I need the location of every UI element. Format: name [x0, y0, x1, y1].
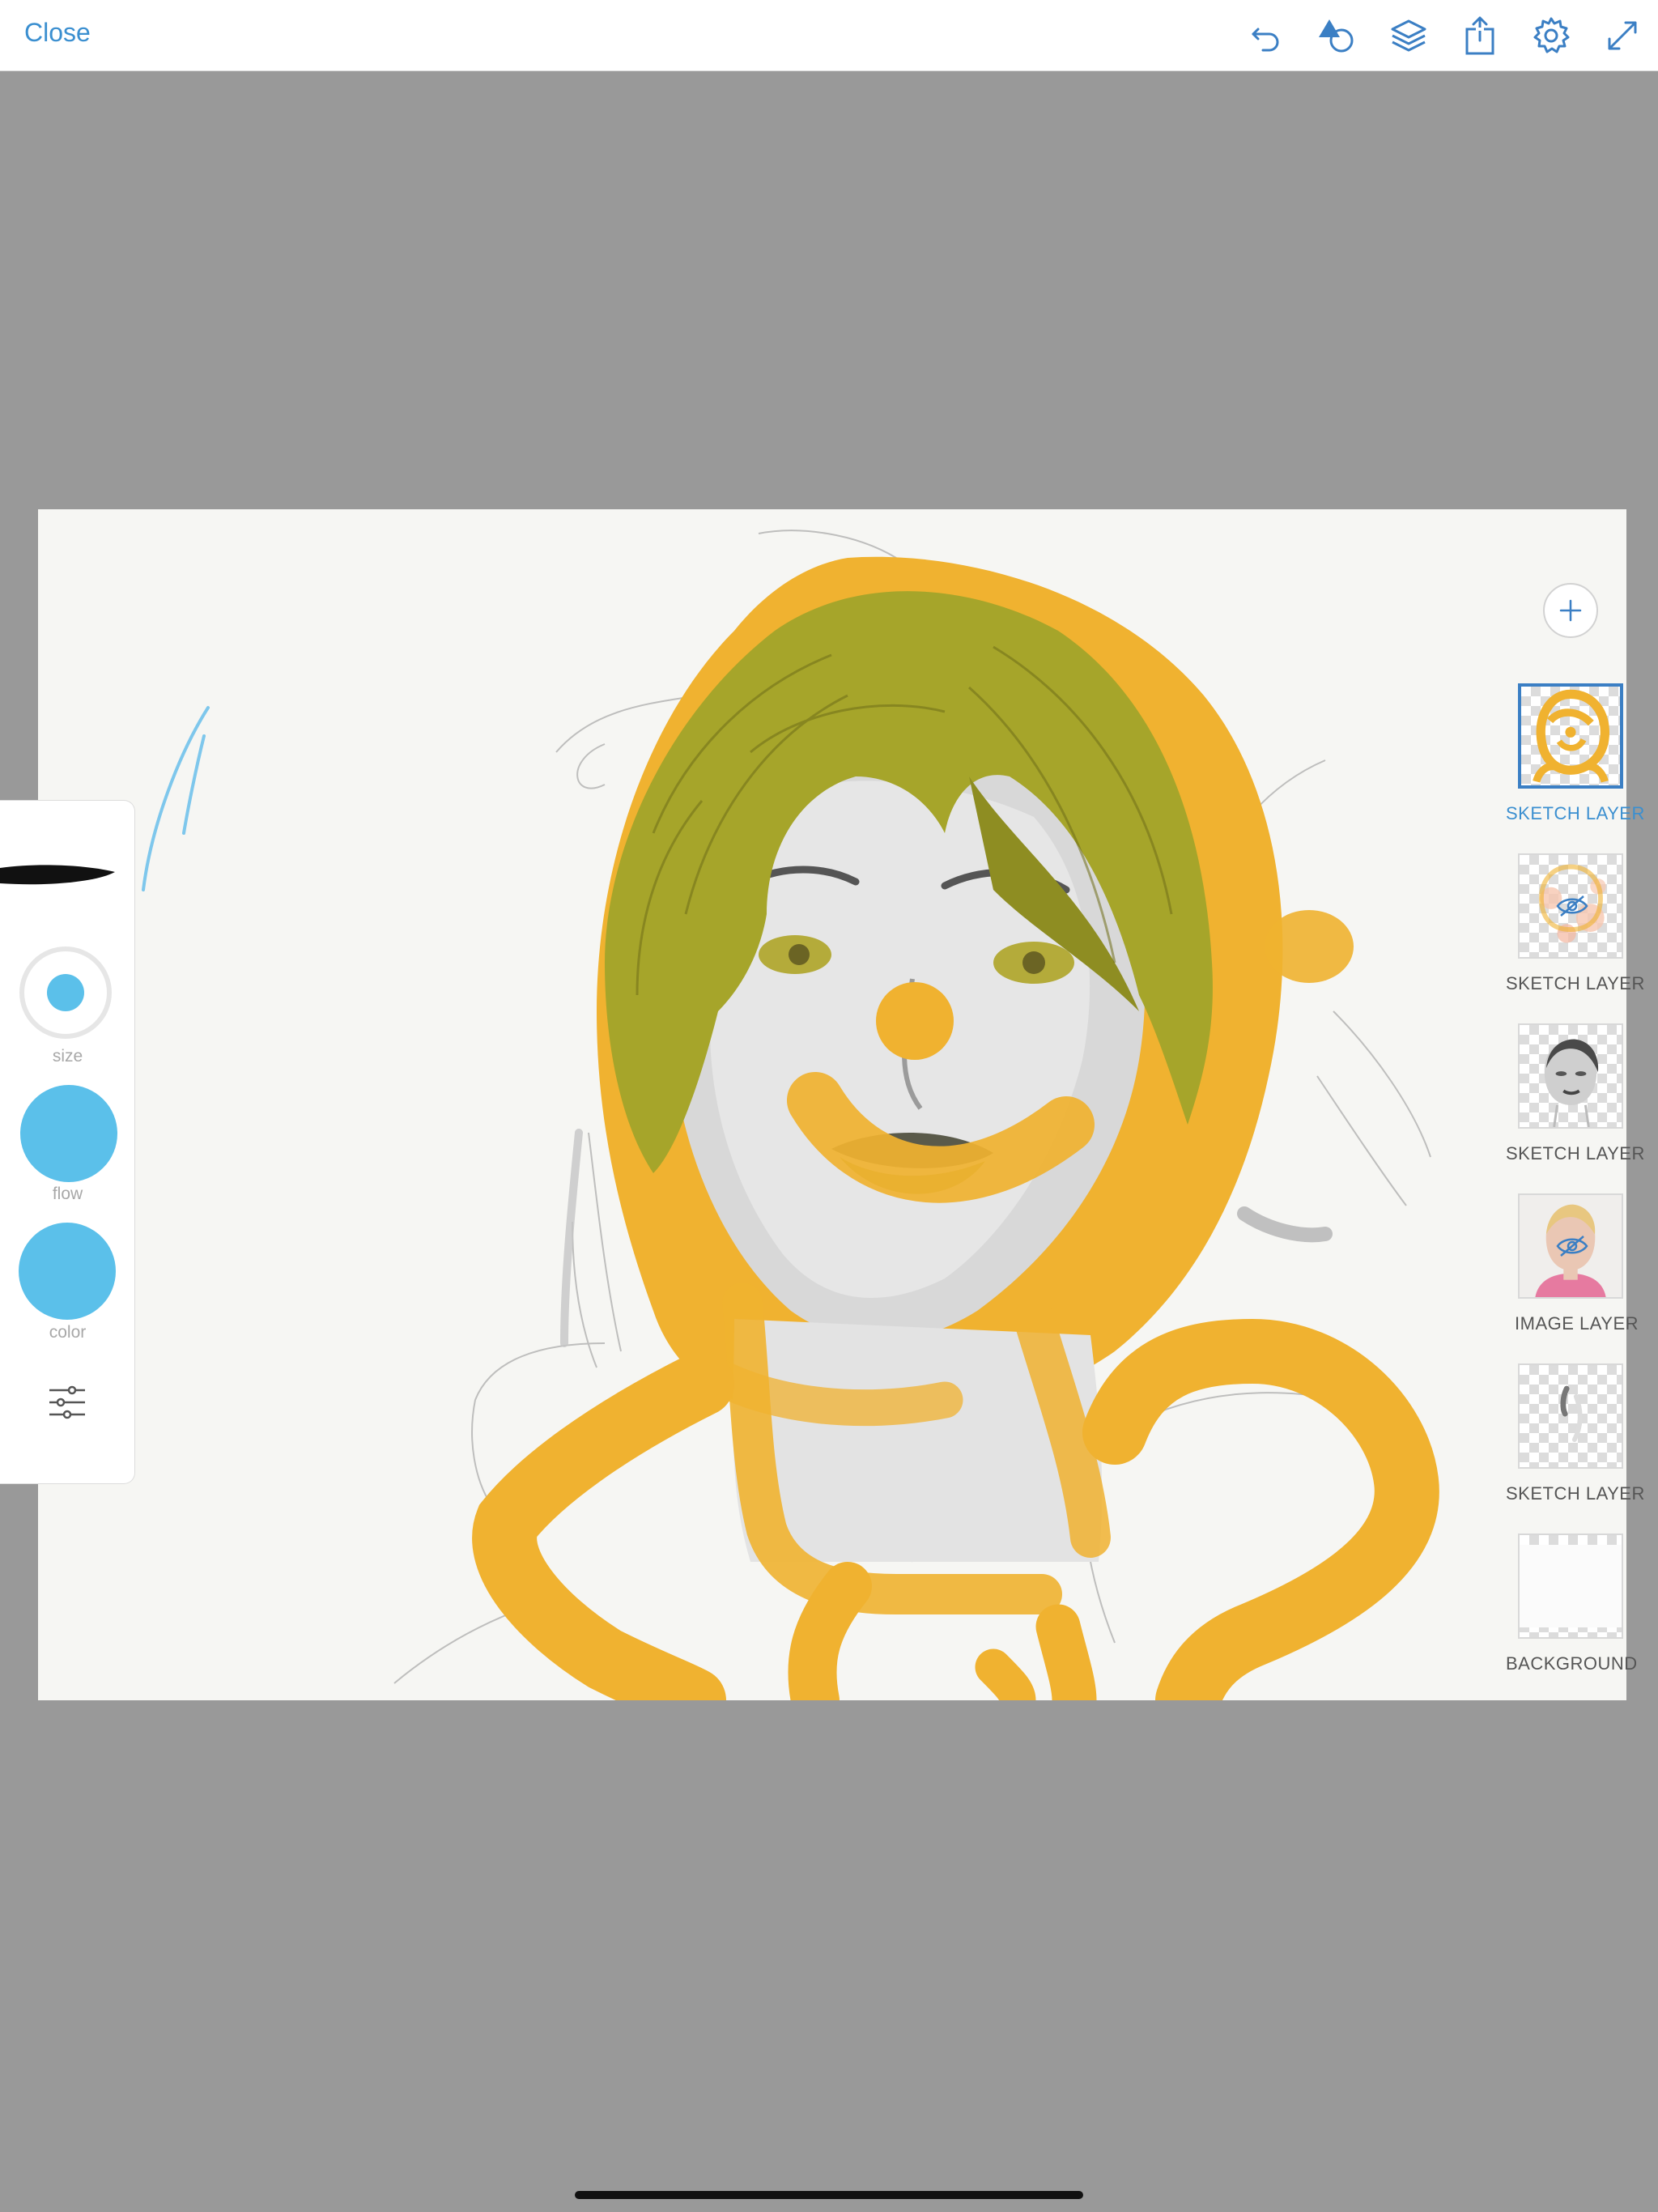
hidden-eye-icon[interactable] — [1556, 1234, 1588, 1258]
layer-thumb-2[interactable] — [1518, 853, 1623, 959]
layer-thumb-background[interactable] — [1518, 1534, 1623, 1639]
size-indicator — [47, 974, 84, 1011]
artwork — [142, 530, 1439, 1700]
close-button[interactable]: Close — [24, 18, 91, 48]
shapes-icon[interactable] — [1318, 16, 1357, 55]
add-layer-button[interactable] — [1543, 583, 1598, 638]
fullscreen-icon[interactable] — [1603, 16, 1642, 55]
layer-5-preview — [1560, 1385, 1583, 1442]
brush-settings-icon[interactable] — [48, 1384, 87, 1421]
layer-label-5[interactable]: SKETCH LAYER — [1506, 1483, 1658, 1504]
brush-panel: size flow color — [0, 800, 135, 1484]
undo-icon[interactable] — [1247, 16, 1286, 55]
layer-thumb-4[interactable] — [1518, 1193, 1623, 1299]
color-control[interactable] — [19, 1223, 116, 1320]
flow-label: flow — [52, 1185, 83, 1203]
flow-control[interactable] — [20, 1085, 117, 1182]
color-label: color — [49, 1323, 87, 1342]
layer-thumb-3[interactable] — [1518, 1023, 1623, 1129]
layer-thumb-1[interactable] — [1518, 683, 1623, 789]
size-control[interactable] — [19, 946, 112, 1039]
layers-panel: SKETCH LAYER SKETCH LAYER SKETCH LAYER I… — [1506, 583, 1658, 1700]
layer-label-4[interactable]: IMAGE LAYER — [1506, 1313, 1658, 1334]
drawing-canvas[interactable] — [38, 509, 1626, 1700]
plus-icon — [1559, 599, 1582, 622]
top-toolbar: Close — [0, 0, 1658, 71]
hidden-eye-icon[interactable] — [1556, 894, 1588, 918]
layer-1-preview — [1533, 689, 1609, 783]
background-fill — [1520, 1545, 1622, 1627]
layer-3-preview — [1544, 1039, 1599, 1127]
layers-icon[interactable] — [1389, 16, 1428, 55]
layer-label-1[interactable]: SKETCH LAYER — [1506, 803, 1658, 824]
layer-label-background[interactable]: BACKGROUND — [1506, 1653, 1658, 1674]
size-label: size — [52, 1047, 83, 1066]
layer-thumb-5[interactable] — [1518, 1363, 1623, 1469]
brush-preview[interactable] — [0, 856, 117, 896]
home-indicator[interactable] — [575, 2191, 1083, 2199]
settings-icon[interactable] — [1532, 16, 1571, 55]
layer-label-2[interactable]: SKETCH LAYER — [1506, 973, 1658, 994]
share-icon[interactable] — [1460, 16, 1499, 55]
layer-label-3[interactable]: SKETCH LAYER — [1506, 1143, 1658, 1164]
